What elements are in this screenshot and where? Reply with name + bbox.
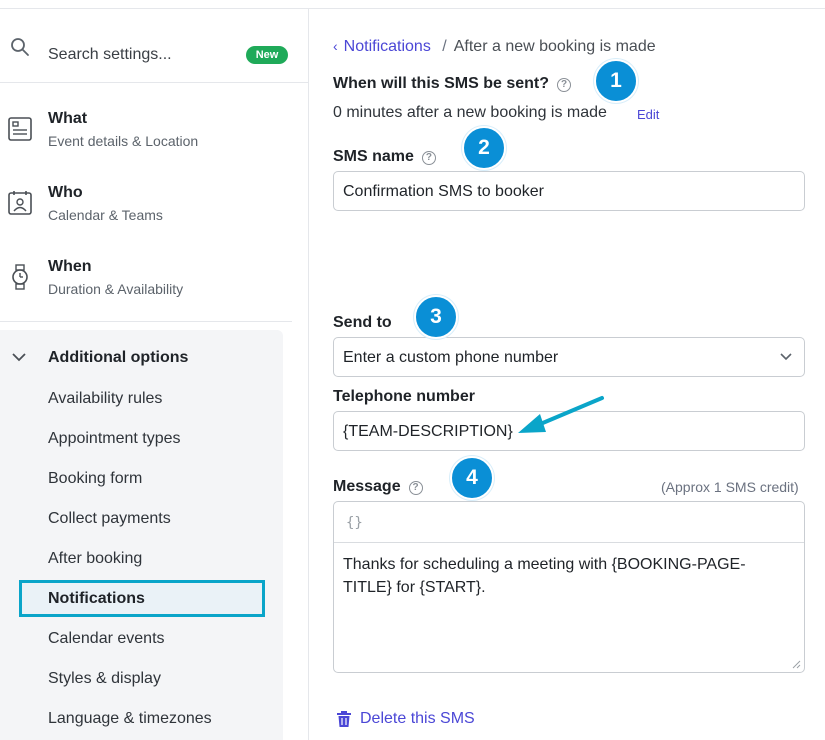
sidebar-item-title: What bbox=[48, 110, 88, 127]
search-settings[interactable]: Search settings... New bbox=[0, 9, 309, 83]
sidebar-item-availability-rules[interactable]: Availability rules bbox=[48, 390, 162, 408]
insert-variable-icon[interactable]: {} bbox=[346, 515, 363, 531]
sidebar-item-who[interactable]: Who Calendar & Teams bbox=[0, 184, 309, 244]
telephone-label-text: Telephone number bbox=[333, 388, 475, 405]
sms-credit-note: (Approx 1 SMS credit) bbox=[661, 479, 799, 495]
delete-sms-label: Delete this SMS bbox=[360, 710, 475, 727]
message-editor[interactable]: {} Thanks for scheduling a meeting with … bbox=[333, 501, 805, 673]
breadcrumb: ‹ Notifications / After a new booking is m… bbox=[333, 38, 656, 56]
annotation-arrow-icon bbox=[518, 396, 604, 433]
annotation-step-2: 2 bbox=[462, 126, 506, 170]
watch-icon bbox=[12, 264, 28, 290]
sidebar-item-subtitle: Event details & Location bbox=[48, 133, 199, 149]
sidebar-item-appointment-types[interactable]: Appointment types bbox=[48, 430, 181, 448]
sidebar-item-after-booking[interactable]: After booking bbox=[48, 550, 142, 568]
send-to-value: Enter a custom phone number bbox=[343, 349, 559, 366]
message-textarea[interactable]: Thanks for scheduling a meeting with {BO… bbox=[343, 553, 793, 599]
when-sent-label-text: When will this SMS be sent? bbox=[333, 75, 550, 92]
sidebar-item-when[interactable]: When Duration & Availability bbox=[0, 258, 309, 318]
sidebar-item-title: Who bbox=[48, 184, 83, 201]
breadcrumb-current: After a new booking is made bbox=[453, 38, 656, 55]
send-to-select[interactable]: Enter a custom phone number bbox=[333, 337, 805, 377]
send-timing-value: 0 minutes after a new booking is made bbox=[333, 104, 607, 121]
annotation-step-3: 3 bbox=[414, 295, 458, 339]
chevron-down-icon bbox=[780, 353, 792, 361]
new-badge: New bbox=[246, 46, 288, 64]
sidebar-item-title: When bbox=[48, 258, 92, 275]
edit-timing-link[interactable]: Edit bbox=[637, 107, 659, 122]
sidebar-item-subtitle: Duration & Availability bbox=[48, 281, 184, 297]
sidebar-item-collect-payments[interactable]: Collect payments bbox=[48, 510, 171, 528]
chevron-left-icon: ‹ bbox=[333, 38, 338, 54]
search-icon bbox=[11, 38, 29, 56]
message-label-text: Message bbox=[333, 478, 401, 495]
sms-name-value: Confirmation SMS to booker bbox=[343, 183, 544, 200]
sms-name-input[interactable]: Confirmation SMS to booker bbox=[333, 171, 805, 211]
contact-calendar-icon bbox=[8, 191, 32, 215]
sms-name-label-text: SMS name bbox=[333, 148, 414, 165]
help-icon[interactable]: ? bbox=[557, 78, 572, 92]
telephone-label: Telephone number bbox=[333, 388, 475, 406]
message-label: Message? bbox=[333, 478, 423, 496]
help-icon[interactable]: ? bbox=[421, 151, 436, 165]
telephone-value: {TEAM-DESCRIPTION} bbox=[343, 423, 513, 440]
breadcrumb-parent-label: Notifications bbox=[343, 38, 431, 55]
sidebar-item-styles-display[interactable]: Styles & display bbox=[48, 670, 161, 688]
breadcrumb-separator: / bbox=[442, 38, 447, 55]
sidebar-item-what[interactable]: What Event details & Location bbox=[0, 110, 309, 170]
form-icon bbox=[8, 117, 32, 141]
sidebar-item-language-timezones[interactable]: Language & timezones bbox=[48, 710, 212, 728]
annotation-step-1: 1 bbox=[594, 59, 638, 103]
resize-handle-icon[interactable] bbox=[791, 659, 801, 669]
send-to-label: Send to bbox=[333, 314, 392, 332]
help-icon[interactable]: ? bbox=[408, 481, 423, 495]
sms-name-label: SMS name? bbox=[333, 148, 436, 166]
message-toolbar: {} bbox=[334, 502, 804, 543]
sidebar-item-subtitle: Calendar & Teams bbox=[48, 207, 163, 223]
sidebar-item-calendar-events[interactable]: Calendar events bbox=[48, 630, 165, 648]
chevron-down-icon[interactable] bbox=[12, 352, 26, 362]
trash-icon bbox=[337, 711, 351, 727]
search-input[interactable]: Search settings... bbox=[48, 46, 172, 64]
breadcrumb-back-link[interactable]: ‹ Notifications bbox=[333, 38, 435, 55]
annotation-step-4: 4 bbox=[450, 456, 494, 500]
sidebar-item-booking-form[interactable]: Booking form bbox=[48, 470, 142, 488]
send-to-label-text: Send to bbox=[333, 314, 392, 331]
sidebar-item-notifications[interactable]: Notifications bbox=[48, 590, 145, 608]
sidebar-divider bbox=[0, 321, 292, 322]
additional-options-header[interactable]: Additional options bbox=[48, 349, 188, 367]
when-sent-label: When will this SMS be sent?? bbox=[333, 75, 572, 93]
